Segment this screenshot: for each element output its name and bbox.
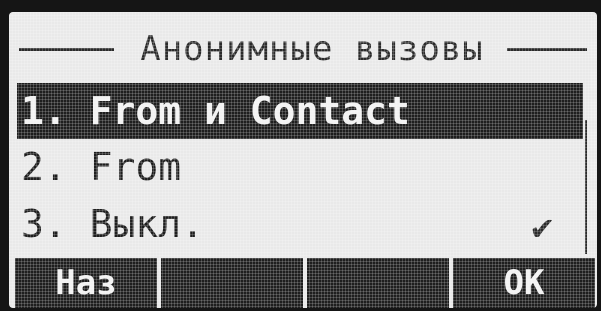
phone-bezel: Анонимные вызовы 1. From и Contact 2. Fr… (0, 0, 601, 311)
screen-title: Анонимные вызовы (140, 29, 484, 69)
title-divider-right (507, 48, 587, 51)
menu-item-off[interactable]: 3. Выкл. ✔ (17, 196, 583, 252)
menu-item-from-and-contact[interactable]: 1. From и Contact (17, 83, 583, 139)
menu-item-from[interactable]: 2. From (17, 139, 583, 195)
softkey-2[interactable] (161, 258, 303, 308)
title-divider-left (19, 48, 114, 51)
scrollbar[interactable] (585, 120, 591, 254)
screen-header: Анонимные вызовы (9, 20, 597, 76)
menu-item-label: 2. From (21, 145, 182, 189)
menu-item-label: 3. Выкл. (21, 202, 205, 246)
back-softkey[interactable]: Наз (15, 258, 157, 308)
checkmark-icon: ✔ (531, 207, 553, 248)
softkey-3[interactable] (307, 258, 449, 308)
softkey-bar: Наз OK (9, 258, 597, 308)
ok-softkey[interactable]: OK (453, 258, 595, 308)
menu-item-label: 1. From и Contact (21, 89, 410, 133)
lcd-screen: Анонимные вызовы 1. From и Contact 2. Fr… (9, 12, 597, 308)
